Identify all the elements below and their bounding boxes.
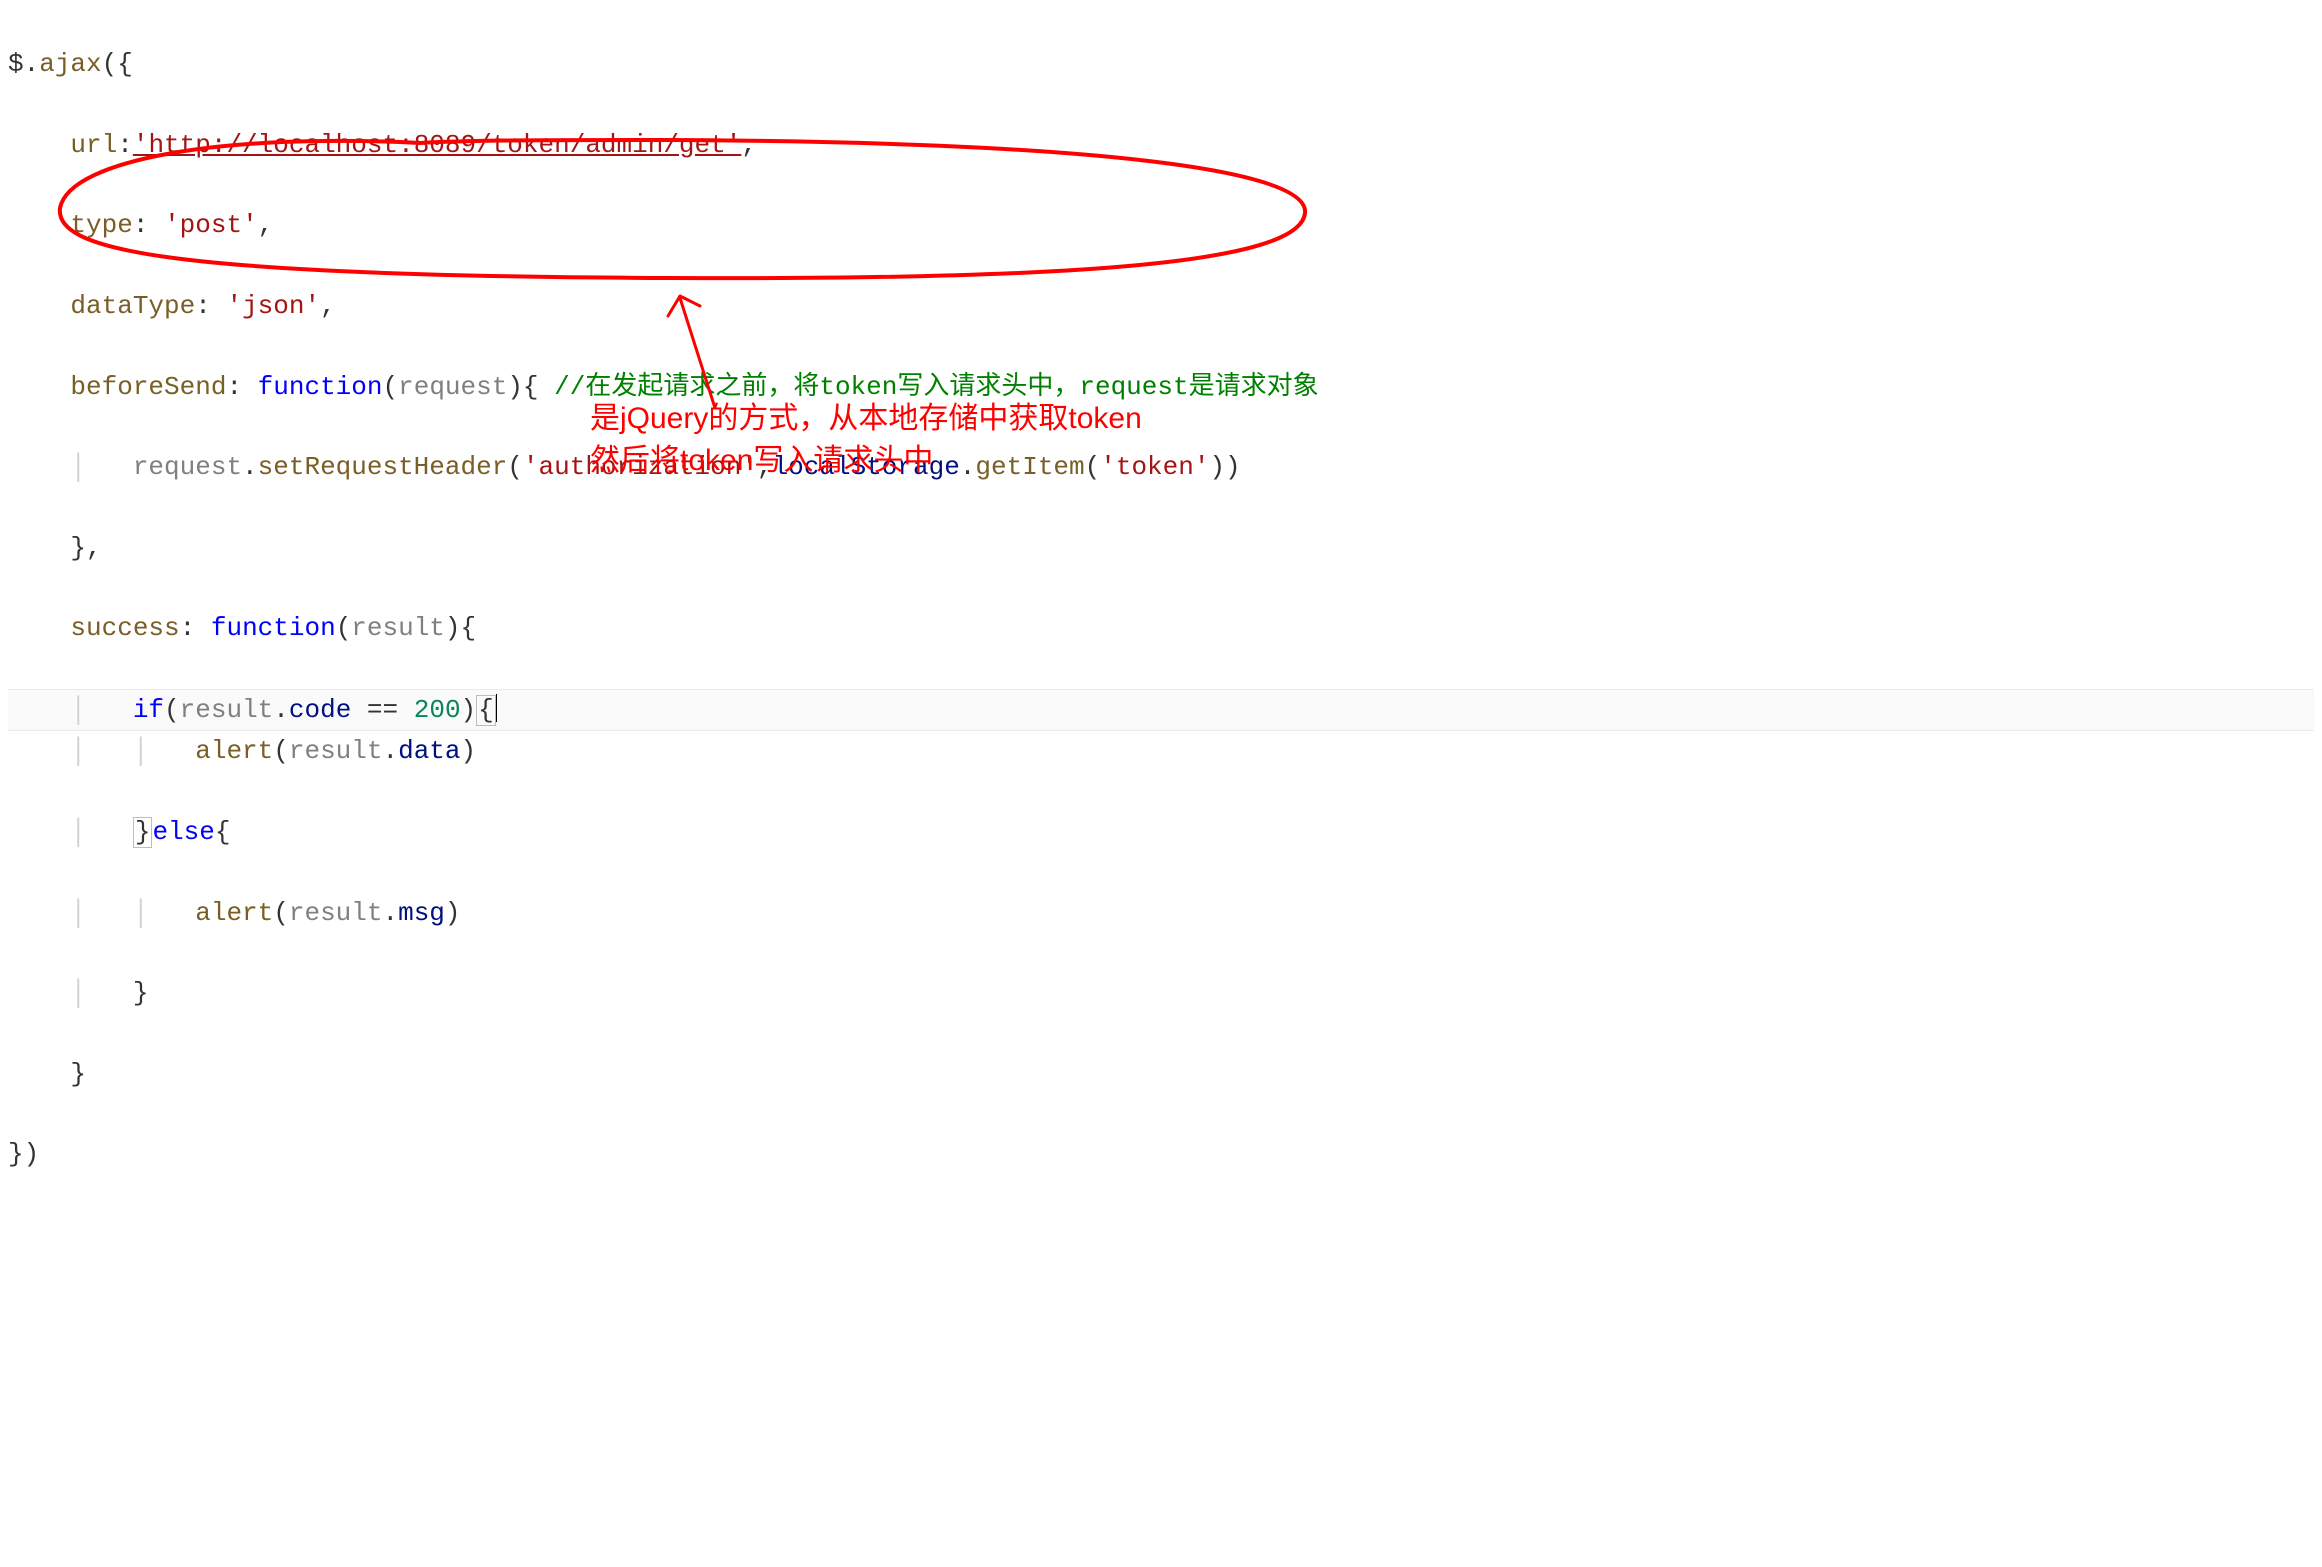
code-line: │ request.setRequestHeader('authorizatio… [8, 447, 2314, 487]
code-line: }) [8, 1134, 2314, 1174]
code-token: ){ [445, 613, 476, 643]
code-editor: $.ajax({ url:'http://localhost:8089/toke… [0, 0, 2322, 1567]
code-line: dataType: 'json', [8, 286, 2314, 326]
code-token: }) [8, 1139, 39, 1169]
code-token: ) [461, 695, 477, 725]
code-token: ){ [507, 372, 554, 402]
code-token: . [242, 452, 258, 482]
code-token: ({ [102, 49, 133, 79]
code-token: ( [383, 372, 399, 402]
code-token: function [211, 613, 336, 643]
code-token: 'json' [226, 291, 320, 321]
code-token: } [133, 978, 149, 1008]
code-line: }, [8, 528, 2314, 568]
code-token: ) [461, 736, 477, 766]
code-token: setRequestHeader [258, 452, 508, 482]
code-token: : [195, 291, 226, 321]
code-token: request [398, 372, 507, 402]
code-token: function [258, 372, 383, 402]
code-token: ( [273, 736, 289, 766]
code-line-current: │ if(result.code == 200){ [8, 689, 2314, 731]
annotation-line: 是jQuery的方式，从本地存储中获取token [590, 402, 1142, 435]
matched-bracket: } [133, 817, 153, 848]
code-token: type [70, 210, 132, 240]
url-string: 'http://localhost:8089/token/admin/get' [133, 130, 742, 160]
code-token: , [320, 291, 336, 321]
code-line: } [8, 1054, 2314, 1094]
text-caret [496, 695, 497, 725]
code-line: │ } [8, 973, 2314, 1013]
code-token: if [133, 695, 164, 725]
code-token: ajax [39, 49, 101, 79]
code-token: ( [336, 613, 352, 643]
code-token: }, [70, 533, 101, 563]
code-token: : [180, 613, 211, 643]
code-token: 'post' [164, 210, 258, 240]
code-token: beforeSend [70, 372, 226, 402]
code-token: : [117, 130, 133, 160]
code-token: { [215, 817, 231, 847]
code-token: , [741, 130, 757, 160]
code-token: data [398, 736, 460, 766]
code-token: result [351, 613, 445, 643]
code-token: : [133, 210, 164, 240]
code-token: )) [1209, 452, 1240, 482]
code-token: ( [507, 452, 523, 482]
code-token: : [226, 372, 257, 402]
code-token: success [70, 613, 179, 643]
annotation-text: 是jQuery的方式，从本地存储中获取token 然后将token写入请求头中 [590, 398, 1142, 482]
code-token: 200 [414, 695, 461, 725]
code-line: type: 'post', [8, 205, 2314, 245]
code-line: success: function(result){ [8, 608, 2314, 648]
code-token: . [273, 695, 289, 725]
code-token: alert [195, 736, 273, 766]
code-token: , [258, 210, 274, 240]
code-token: code [289, 695, 351, 725]
code-token: . [382, 736, 398, 766]
code-line: $.ajax({ [8, 44, 2314, 84]
code-line: beforeSend: function(request){ //在发起请求之前… [8, 367, 2314, 407]
code-token: else [152, 817, 214, 847]
code-token: dataType [70, 291, 195, 321]
code-token: request [133, 452, 242, 482]
code-token: result [289, 736, 383, 766]
matched-bracket: { [476, 695, 496, 726]
code-token: $. [8, 49, 39, 79]
code-line: url:'http://localhost:8089/token/admin/g… [8, 125, 2314, 165]
code-token: url [70, 130, 117, 160]
code-token: ( [164, 695, 180, 725]
annotation-line: 然后将token写入请求头中 [590, 444, 933, 477]
code-line: │ }else{ [8, 812, 2314, 852]
code-token: } [70, 1059, 86, 1089]
code-token: == [351, 695, 413, 725]
code-line: │ │ alert(result.data) [8, 731, 2314, 771]
code-token: result [180, 695, 274, 725]
